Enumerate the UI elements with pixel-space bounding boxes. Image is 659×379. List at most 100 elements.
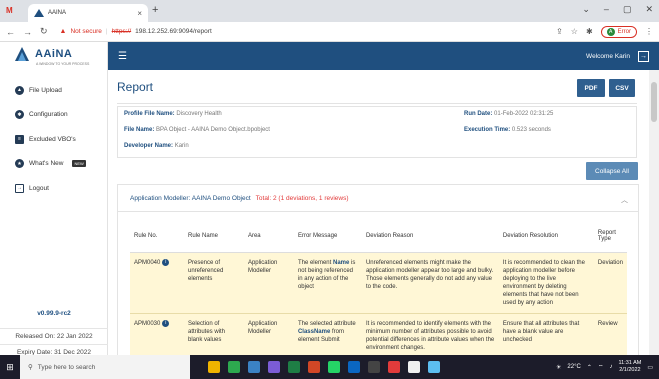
url-field[interactable]: ▲ Not secure | https://198.12.252.69:909… xyxy=(60,28,549,35)
volume-icon[interactable]: ♪ xyxy=(609,364,612,370)
app-alt-icon[interactable] xyxy=(428,361,440,373)
app-header: ☰ Welcome Karin → xyxy=(108,42,659,70)
star-bookmark-icon[interactable]: ☆ xyxy=(571,27,578,36)
table-row: APM0030 i Selection of attributes with bl… xyxy=(130,313,627,355)
hamburger-menu-icon[interactable]: ☰ xyxy=(118,51,127,62)
released-on: Released On: 22 Jan 2022 xyxy=(0,328,108,344)
sidebar-item-configuration[interactable]: ✱ Configuration xyxy=(0,103,108,128)
sidebar-item-logout[interactable]: → Logout xyxy=(0,176,108,201)
version-label: v0.99.9-rc2 xyxy=(37,310,71,317)
sidebar-item-excluded-vbos[interactable]: ≡ Excluded VBO's xyxy=(0,127,108,152)
sidebar-item-file-upload[interactable]: ▲ File Upload xyxy=(0,78,108,103)
cell-deviation-reason: It is recommended to identify elements w… xyxy=(361,313,499,355)
network-icon[interactable]: ⌔ xyxy=(598,363,604,371)
outlook-icon[interactable] xyxy=(348,361,360,373)
extensions-icon[interactable]: ✱ xyxy=(586,27,593,36)
sidebar-footer: v0.99.9-rc2 Released On: 22 Jan 2022 Exp… xyxy=(0,310,108,360)
minimize-icon[interactable]: – xyxy=(604,4,609,15)
developer-name: Developer Name: Karin xyxy=(124,143,189,149)
taskbar-clock[interactable]: 11:31 AM 2/1/2022 xyxy=(618,360,641,373)
browser-tab[interactable]: AAINA × xyxy=(28,4,148,22)
teams-icon[interactable] xyxy=(268,361,280,373)
taskbar-apps xyxy=(208,361,440,373)
cell-rule-name: Selection of attributes with blank value… xyxy=(183,313,244,355)
new-badge: NEW xyxy=(72,160,86,168)
col-deviation-reason: Deviation Reason xyxy=(361,220,499,253)
panel-total: Total: 2 (1 deviations, 1 reviews) xyxy=(255,194,349,202)
search-icon: ⚲ xyxy=(28,364,33,371)
cell-rule-name: Presence of unreferenced elements xyxy=(183,252,244,315)
info-icon[interactable]: i xyxy=(162,320,170,328)
profile-error-button[interactable]: A Error xyxy=(600,25,637,38)
new-tab-button[interactable]: + xyxy=(152,4,158,16)
cell-error-message: The selected attribute ClassName from el… xyxy=(293,313,362,355)
windows-start-icon[interactable]: ⊞ xyxy=(0,355,20,379)
title-divider xyxy=(117,103,637,104)
warning-icon: ▲ xyxy=(59,28,67,35)
chevron-down-icon[interactable]: ⌄ xyxy=(582,4,590,15)
restore-icon[interactable]: ▢ xyxy=(623,4,632,15)
main-content: Report PDF CSV Profile File Name: Discov… xyxy=(108,70,649,355)
cell-deviation-resolution: It is recommended to clean the applicati… xyxy=(498,252,594,315)
run-date: Run Date: 01-Feb-2022 02:31:25 xyxy=(464,111,554,117)
temperature: 22°C xyxy=(567,364,581,370)
chrome-icon[interactable] xyxy=(228,361,240,373)
not-secure-label: Not secure xyxy=(70,28,102,35)
cell-area: Application Modeller xyxy=(243,252,294,315)
kebab-menu-icon[interactable]: ⋮ xyxy=(645,27,653,36)
close-window-icon[interactable]: ✕ xyxy=(645,4,653,15)
weather-icon[interactable]: ☀ xyxy=(556,364,561,371)
pdf-button[interactable]: PDF xyxy=(577,79,605,97)
sidebar-item-label: File Upload xyxy=(29,86,62,94)
csv-button[interactable]: CSV xyxy=(609,79,635,97)
cell-deviation-resolution: Ensure that all attributes that have a b… xyxy=(498,313,594,355)
excel-icon[interactable] xyxy=(288,361,300,373)
pdf-reader-icon[interactable] xyxy=(388,361,400,373)
gmail-icon[interactable]: M xyxy=(6,6,13,15)
reload-icon[interactable]: ↻ xyxy=(40,26,48,37)
chrome-alt-icon[interactable] xyxy=(408,361,420,373)
url-scheme: https:// xyxy=(111,28,132,35)
error-label: Error xyxy=(617,28,631,35)
table-header-row: Rule No. Rule Name Area Error Message De… xyxy=(130,220,627,253)
gear-icon: ✱ xyxy=(15,110,24,120)
panel-divider xyxy=(118,211,638,212)
collapse-all-button[interactable]: Collapse All xyxy=(586,162,638,180)
file-name: File Name: BPA Object - AAINA Demo Objec… xyxy=(124,127,270,133)
address-actions: ⇪ ☆ ✱ A Error ⋮ xyxy=(556,25,653,38)
star-icon: ★ xyxy=(15,159,24,169)
notification-icon[interactable]: ▭ xyxy=(647,364,653,371)
info-icon[interactable]: i xyxy=(162,258,170,266)
profile-file-name: Profile File Name: Discovery Health xyxy=(124,111,222,117)
sidebar-item-label: Logout xyxy=(29,184,49,192)
cell-error-message: The element Name is not being referenced… xyxy=(293,252,362,315)
file-explorer-icon[interactable] xyxy=(208,361,220,373)
scrollbar-thumb[interactable] xyxy=(651,82,657,122)
sidebar-item-whats-new[interactable]: ★ What's New NEW xyxy=(0,152,108,177)
tab-close-icon[interactable]: × xyxy=(137,9,142,18)
panel-header[interactable]: Application Modeller: AAINA Demo Object … xyxy=(118,185,638,211)
terminal-icon[interactable] xyxy=(368,361,380,373)
logo[interactable]: AAiNA xyxy=(14,46,72,62)
welcome-text: Welcome Karin xyxy=(586,52,630,60)
powerpoint-icon[interactable] xyxy=(308,361,320,373)
logo-tagline: A WINDOW TO YOUR PROCESS xyxy=(36,62,90,66)
rules-table: Rule No. Rule Name Area Error Message De… xyxy=(130,220,627,355)
logout-header-icon[interactable]: → xyxy=(638,50,649,62)
logo-text: AAiNA xyxy=(35,48,73,60)
whatsapp-icon[interactable] xyxy=(328,361,340,373)
cell-deviation-reason: Unreferenced elements might make the app… xyxy=(361,252,499,315)
logout-icon: → xyxy=(15,183,24,193)
browser-tab-bar: M AAINA × + ⌄ – ▢ ✕ xyxy=(0,0,659,22)
taskbar-search[interactable]: ⚲ Type here to search xyxy=(20,355,190,379)
system-tray: ☀ 22°C ⌃ ⌔ ♪ 11:31 AM 2/1/2022 ▭ xyxy=(556,360,659,373)
back-icon[interactable]: ← xyxy=(6,27,15,37)
app-icon[interactable] xyxy=(248,361,260,373)
forward-icon[interactable]: → xyxy=(23,27,32,37)
cell-area: Application Modeller xyxy=(243,313,294,355)
tray-chevron-icon[interactable]: ⌃ xyxy=(587,364,592,371)
share-icon[interactable]: ⇪ xyxy=(556,27,563,36)
col-error-message: Error Message xyxy=(293,220,362,253)
window-controls: ⌄ – ▢ ✕ xyxy=(582,4,653,15)
chevron-up-icon[interactable]: ︿ xyxy=(621,195,628,205)
